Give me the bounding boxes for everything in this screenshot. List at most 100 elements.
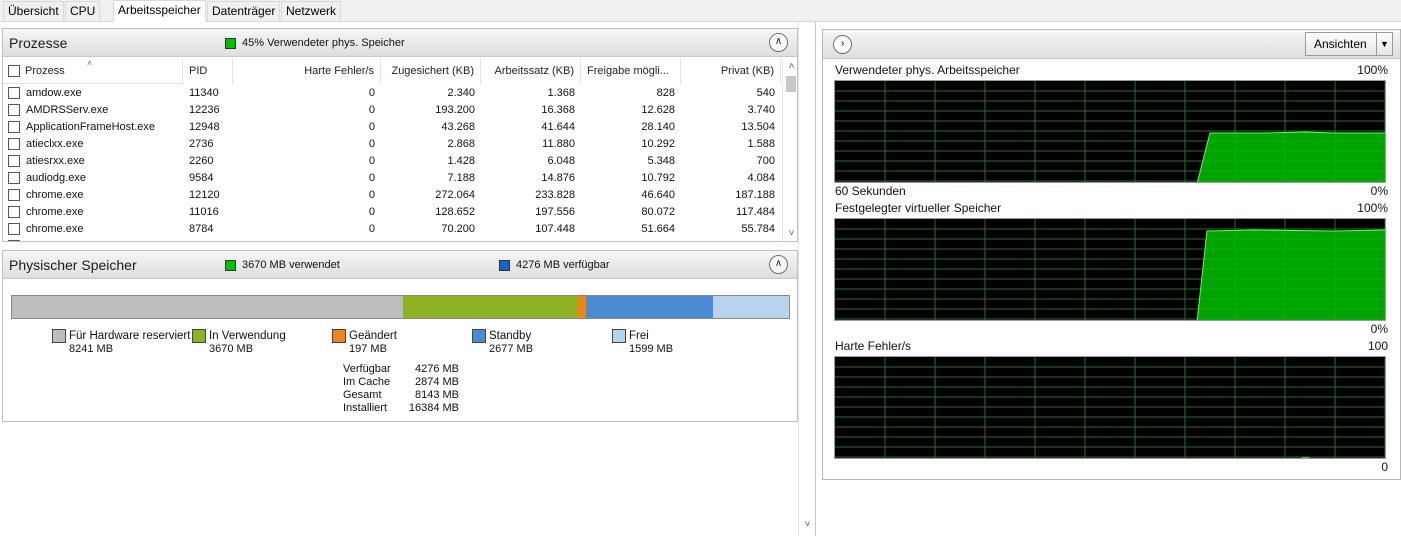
graph-2-min: 0% [1370, 322, 1388, 336]
cell-ws: 83.268 [481, 238, 581, 241]
cell-name: audiodg.exe [26, 172, 86, 184]
column-header-shareable[interactable]: Freigabe mögli... [581, 58, 681, 84]
cell-pid: 11016 [189, 206, 219, 218]
main-scroll-down-icon[interactable]: ˅ [802, 519, 813, 530]
processes-header[interactable]: Prozesse 45% Verwendeter phys. Speicher … [3, 29, 797, 57]
graph-3-canvas [835, 357, 1385, 458]
views-button[interactable]: Ansichten ▼ [1305, 32, 1393, 56]
collapse-processes-button[interactable]: ∧ [769, 33, 788, 52]
row-checkbox[interactable] [8, 206, 20, 218]
tab-network[interactable]: Netzwerk [281, 1, 342, 21]
column-header-hard-faults[interactable]: Harte Fehler/s [233, 58, 381, 84]
cell-priv: 34.492 [681, 238, 781, 241]
sort-up-icon: ˄ [87, 58, 93, 68]
row-checkbox[interactable] [8, 223, 20, 235]
graph-1-time: 60 Sekunden [835, 184, 906, 198]
cell-commit: 70.200 [441, 223, 475, 235]
legend-swatch-icon [332, 329, 346, 343]
cell-pid: 12948 [189, 121, 220, 133]
main-scrollbar[interactable]: ˅ [798, 22, 815, 536]
row-checkbox[interactable] [8, 138, 20, 150]
cell-name: atieclxx.exe [26, 138, 84, 150]
table-row[interactable]: ApplicationFrameHost.exe 12948 0 43.268 41.6… [3, 119, 781, 136]
memory-usage-bar [11, 295, 790, 319]
cell-faults: 0 [368, 121, 375, 133]
graph-hard-faults [834, 356, 1386, 459]
column-header-commit[interactable]: Zugesichert (KB) [381, 58, 481, 84]
graph-2-max: 100% [1357, 201, 1388, 215]
cell-name: amdow.exe [26, 87, 82, 99]
process-scroll-thumb[interactable] [786, 76, 796, 92]
column-header-private[interactable]: Privat (KB) [681, 58, 781, 84]
table-row[interactable]: atieclxx.exe 2736 0 2.868 11.880 10.292 1.588 [3, 136, 781, 153]
expand-panel-button[interactable]: › [833, 35, 852, 54]
row-checkbox[interactable] [8, 87, 20, 99]
scroll-up-icon[interactable]: ˄ [786, 61, 797, 72]
cell-share: 828 [656, 87, 675, 99]
table-row[interactable]: chrome.exe 11016 0 128.652 197.556 80.072 117.… [3, 204, 781, 221]
cell-name: atiesrxx.exe [26, 155, 85, 167]
cell-ws: 16.368 [541, 104, 575, 116]
tab-cpu[interactable]: CPU [65, 1, 101, 21]
tab-disk[interactable]: Datenträger [207, 1, 281, 21]
cell-name: AMDRSServ.exe [26, 104, 109, 116]
row-checkbox[interactable] [8, 189, 20, 201]
column-header-working-set[interactable]: Arbeitssatz (KB) [481, 58, 581, 84]
legend-value: 3670 MB [209, 343, 254, 355]
table-row[interactable]: chrome.exe10788047.17283.26847.77634.492 [3, 238, 781, 241]
tab-overview[interactable]: Übersicht [3, 1, 64, 21]
cell-commit: 193.200 [435, 104, 475, 116]
legend-value: 8241 MB [69, 343, 114, 355]
used-memory-summary: 45% Verwendeter phys. Speicher [242, 37, 405, 49]
cell-name: ApplicationFrameHost.exe [26, 121, 156, 133]
tab-strip: Übersicht CPU Arbeitsspeicher Datenträge… [0, 0, 1401, 23]
cell-faults: 0 [368, 206, 375, 218]
cell-faults: 0 [368, 155, 375, 167]
select-all-checkbox[interactable] [8, 65, 20, 77]
table-row[interactable]: chrome.exe 8784 0 70.200 107.448 51.664 55.784 [3, 221, 781, 238]
cell-share: 28.140 [641, 121, 675, 133]
legend-label: Standby [489, 330, 532, 342]
physical-memory-header[interactable]: Physischer Speicher 3670 MB verwendet 42… [3, 251, 797, 279]
cell-pid: 10788 [183, 238, 233, 241]
cell-ws: 197.556 [535, 206, 575, 218]
cell-faults: 0 [368, 172, 375, 184]
row-checkbox[interactable] [8, 121, 20, 133]
cell-priv: 4.084 [747, 172, 775, 184]
cell-commit: 47.172 [381, 238, 481, 241]
table-row[interactable]: atiesrxx.exe 2260 0 1.428 6.048 5.348 700 [3, 153, 781, 170]
cell-pid: 9584 [189, 172, 214, 184]
graph-2-title: Festgelegter virtueller Speicher [835, 201, 1002, 215]
used-legend-icon [225, 260, 236, 271]
table-row[interactable]: AMDRSServ.exe 12236 0 193.200 16.368 12.628 3.… [3, 102, 781, 119]
row-checkbox[interactable] [8, 172, 20, 184]
cell-name: chrome.exe [26, 206, 84, 218]
cell-faults: 0 [368, 138, 375, 150]
graph-1-canvas [835, 81, 1385, 182]
process-scrollbar[interactable]: ˄ ˅ [782, 58, 798, 241]
legend-label: Für Hardware reserviert [69, 330, 191, 342]
row-checkbox[interactable] [8, 240, 20, 241]
collapse-physical-button[interactable]: ∧ [769, 255, 788, 274]
graph-series-area [1301, 457, 1310, 458]
table-row[interactable]: audiodg.exe 9584 0 7.188 14.876 10.792 4.084 [3, 170, 781, 187]
legend-swatch-icon [612, 329, 626, 343]
column-header-pid[interactable]: PID [183, 58, 233, 84]
chevron-down-icon[interactable]: ▼ [1376, 33, 1392, 55]
scroll-down-icon[interactable]: ˅ [786, 228, 797, 239]
row-checkbox[interactable] [8, 104, 20, 116]
graph-virtual-memory [834, 218, 1386, 321]
graph-1-title: Verwendeter phys. Arbeitsspeicher [835, 63, 1020, 77]
cell-commit: 43.268 [441, 121, 475, 133]
cell-faults: 0 [233, 238, 381, 241]
memory-segment [576, 296, 587, 318]
table-row[interactable]: chrome.exe 12120 0 272.064 233.828 46.640 187.… [3, 187, 781, 204]
tab-memory[interactable]: Arbeitsspeicher [113, 0, 206, 23]
memory-segment [402, 296, 577, 318]
table-row[interactable]: amdow.exe 11340 0 2.340 1.368 828 540 [3, 85, 781, 102]
cell-commit: 7.188 [447, 172, 475, 184]
row-checkbox[interactable] [8, 155, 20, 167]
memory-segment [713, 296, 789, 318]
column-header-process[interactable]: Prozess ˄ [3, 58, 183, 84]
available-text: 4276 MB verfügbar [516, 259, 610, 271]
